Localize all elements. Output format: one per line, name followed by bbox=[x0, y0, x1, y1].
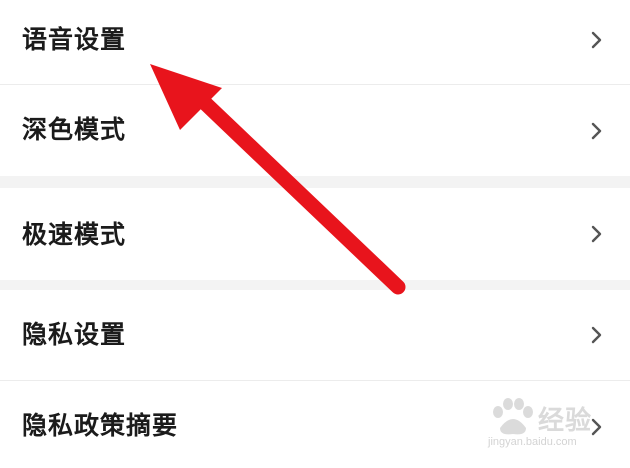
paw-logo-icon bbox=[493, 398, 533, 435]
settings-screen: 语音设置 深色模式 极速模式 隐私设置 隐私政策摘要 经验 jingyan.ba… bbox=[0, 0, 630, 468]
chevron-right-icon bbox=[591, 122, 602, 140]
settings-item-speed-mode[interactable]: 极速模式 bbox=[0, 188, 630, 280]
section-gap bbox=[0, 176, 630, 188]
watermark: 经验 jingyan.baidu.com bbox=[484, 398, 624, 458]
chevron-right-icon bbox=[591, 31, 602, 49]
settings-item-voice[interactable]: 语音设置 bbox=[0, 0, 630, 84]
settings-item-label: 隐私政策摘要 bbox=[22, 411, 179, 440]
settings-item-label: 语音设置 bbox=[22, 25, 127, 54]
settings-item-label: 隐私设置 bbox=[22, 320, 127, 349]
watermark-url: jingyan.baidu.com bbox=[488, 436, 577, 448]
settings-item-dark-mode[interactable]: 深色模式 bbox=[0, 85, 630, 176]
settings-item-label: 深色模式 bbox=[22, 115, 127, 144]
chevron-right-icon bbox=[591, 326, 602, 344]
section-gap bbox=[0, 280, 630, 290]
settings-item-label: 极速模式 bbox=[22, 220, 127, 249]
settings-item-privacy[interactable]: 隐私设置 bbox=[0, 290, 630, 380]
chevron-right-icon bbox=[591, 225, 602, 243]
watermark-brand: 经验 bbox=[538, 406, 593, 436]
